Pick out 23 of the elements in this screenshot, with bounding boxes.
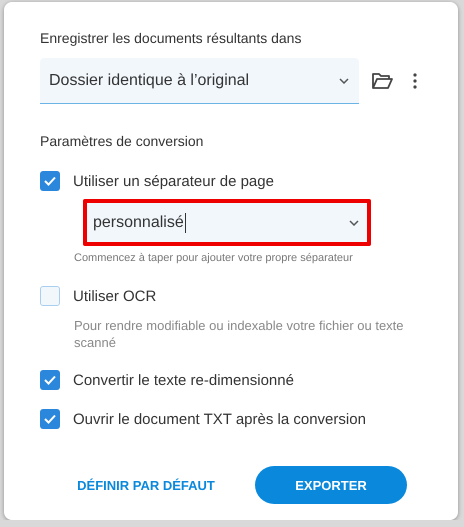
separator-field[interactable]: personnalisé	[83, 199, 371, 246]
check-icon	[44, 176, 56, 186]
checkbox[interactable]	[40, 409, 60, 429]
chevron-down-icon	[339, 78, 349, 84]
check-icon	[44, 375, 56, 385]
option-label: Ouvrir le document TXT après la conversion	[73, 410, 366, 428]
option-label: Convertir le texte re-dimensionné	[73, 372, 294, 388]
checkbox[interactable]	[40, 370, 60, 390]
folder-icon[interactable]	[371, 72, 393, 90]
check-icon	[44, 414, 56, 424]
option-description: Pour rendre modifiable ou indexable votre fichier ou texte scanné	[74, 317, 405, 351]
option-label: Utiliser un séparateur de page	[73, 172, 274, 190]
export-button[interactable]: EXPORTER	[255, 466, 407, 504]
more-icon[interactable]	[413, 73, 417, 89]
checkbox[interactable]	[40, 171, 60, 191]
folder-select[interactable]: Dossier identique à l’original	[40, 58, 359, 104]
default-button[interactable]: DÉFINIR PAR DÉFAUT	[76, 466, 216, 504]
checkbox[interactable]	[40, 286, 60, 306]
field-hint: Commencez à taper pour ajouter votre propre séparateur	[74, 252, 354, 264]
section-heading: Paramètres de conversion	[40, 133, 204, 149]
chevron-down-icon	[349, 220, 359, 226]
field-label: Enregistrer les documents résultants dans	[40, 30, 302, 46]
option-label: Utiliser OCR	[73, 288, 156, 304]
